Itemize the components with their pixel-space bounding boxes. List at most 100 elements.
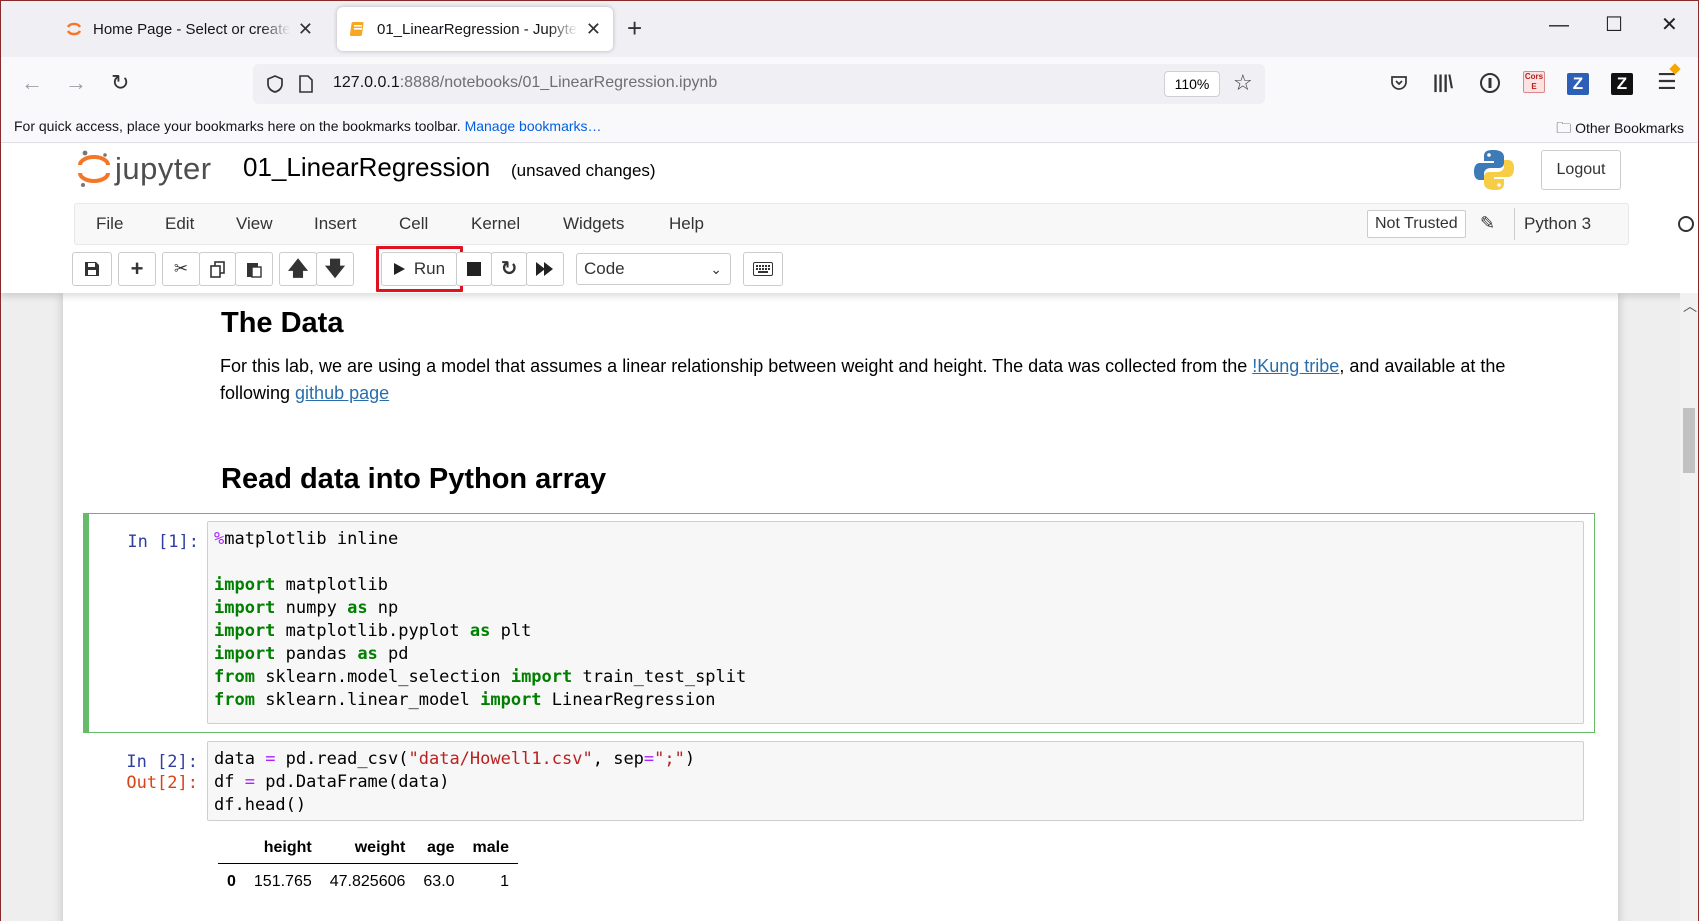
zoom-level[interactable]: 110% <box>1164 71 1220 97</box>
python-logo-icon <box>1474 150 1514 190</box>
forward-arrow-icon[interactable]: → <box>65 71 87 95</box>
tab-linear-regression[interactable]: 01_LinearRegression - Jupyter Notebook ✕ <box>337 7 613 51</box>
menu-view[interactable]: View <box>236 214 273 234</box>
code-cell-selected[interactable]: In [1]: %matplotlib inline import matplo… <box>83 513 1595 733</box>
close-window-icon[interactable]: ✕ <box>1661 15 1678 35</box>
keyboard-icon <box>753 262 773 276</box>
close-tab-icon[interactable]: ✕ <box>298 19 313 40</box>
library-icon[interactable]: |||\ <box>1433 70 1453 94</box>
scissors-icon: ✂ <box>173 259 189 278</box>
minimize-icon[interactable]: — <box>1549 15 1569 35</box>
not-trusted-button[interactable]: Not Trusted <box>1367 210 1466 238</box>
command-palette-button[interactable] <box>743 252 783 286</box>
input-prompt: In [1]: <box>127 532 199 552</box>
zotero-blue-extension-icon[interactable]: Z <box>1567 71 1589 95</box>
stop-icon <box>467 262 481 276</box>
input-prompt: In [2]: <box>126 752 198 772</box>
plus-icon: + <box>130 256 144 281</box>
notebook-favicon-icon <box>349 22 364 36</box>
cell-type-select[interactable]: Code ⌄ <box>576 253 731 285</box>
interrupt-kernel-button[interactable] <box>456 252 492 286</box>
shield-icon[interactable] <box>265 74 285 94</box>
edit-pencil-icon[interactable]: ✎ <box>1480 213 1495 234</box>
paste-button[interactable] <box>235 252 273 286</box>
jupyter-logo-icon <box>78 150 110 187</box>
kung-tribe-link[interactable]: !Kung tribe <box>1252 356 1339 376</box>
restart-run-all-button[interactable] <box>526 252 564 286</box>
copy-button[interactable] <box>199 252 236 286</box>
fast-forward-icon <box>536 262 553 276</box>
menu-kernel[interactable]: Kernel <box>471 214 520 234</box>
url-text[interactable]: 127.0.0.1:8888/notebooks/01_LinearRegres… <box>333 74 717 92</box>
bookmark-star-icon[interactable]: ☆ <box>1233 70 1253 96</box>
notebook-container: The Data For this lab, we are using a mo… <box>63 293 1618 921</box>
folder-icon: 🗀 <box>1556 120 1572 137</box>
run-button[interactable]: Run <box>381 252 457 286</box>
tab-title: 01_LinearRegression - Jupyter Notebook <box>377 20 578 38</box>
heading-the-data: The Data <box>221 307 344 339</box>
reload-icon[interactable]: ↻ <box>111 71 129 95</box>
github-page-link[interactable]: github page <box>295 383 389 403</box>
menu-cell[interactable]: Cell <box>399 214 428 234</box>
zotero-black-extension-icon[interactable]: Z <box>1611 71 1633 95</box>
code-editor[interactable]: data = pd.read_csv("data/Howell1.csv", s… <box>207 741 1584 821</box>
menu-help[interactable]: Help <box>669 214 704 234</box>
restart-kernel-button[interactable]: ↻ <box>491 252 527 286</box>
scrollbar-thumb[interactable] <box>1683 408 1695 473</box>
logout-button[interactable]: Logout <box>1541 150 1621 190</box>
scroll-up-icon[interactable]: ︿ <box>1683 296 1697 316</box>
menu-widgets[interactable]: Widgets <box>563 214 624 234</box>
cut-button[interactable]: ✂ <box>162 252 200 286</box>
code-text: %matplotlib inline import matplotlib imp… <box>214 529 747 710</box>
restart-icon: ↻ <box>500 258 518 280</box>
kernel-idle-indicator-icon <box>1678 216 1694 232</box>
arrow-up-icon: 🡅 <box>287 258 309 280</box>
insert-cell-button[interactable]: + <box>118 252 156 286</box>
save-button[interactable] <box>72 252 112 286</box>
heading-read-data: Read data into Python array <box>221 463 607 495</box>
kernel-name[interactable]: Python 3 <box>1524 214 1591 234</box>
pocket-icon[interactable] <box>1389 73 1409 93</box>
maximize-icon[interactable]: ☐ <box>1605 15 1623 35</box>
other-bookmarks-button[interactable]: 🗀 Other Bookmarks <box>1556 118 1684 143</box>
new-tab-plus-icon[interactable]: + <box>627 15 642 41</box>
jupyter-favicon-icon <box>66 22 82 36</box>
back-arrow-icon[interactable]: ← <box>21 71 43 95</box>
jupyter-header: jupyter 01_LinearRegression (unsaved cha… <box>1 144 1698 293</box>
tab-home-page[interactable]: Home Page - Select or create a notebook … <box>53 7 325 51</box>
password-manager-icon[interactable] <box>1479 72 1501 94</box>
move-up-button[interactable]: 🡅 <box>279 252 317 286</box>
notebook-name[interactable]: 01_LinearRegression <box>243 152 490 183</box>
bookmarks-bar: For quick access, place your bookmarks h… <box>1 111 1698 143</box>
close-tab-icon[interactable]: ✕ <box>586 19 601 40</box>
jupyter-logo[interactable]: jupyter <box>77 149 212 189</box>
url-bar[interactable]: 127.0.0.1:8888/notebooks/01_LinearRegres… <box>253 64 1265 104</box>
paste-icon <box>247 263 262 278</box>
save-status: (unsaved changes) <box>511 161 656 180</box>
menu-file[interactable]: File <box>96 214 123 234</box>
page-info-icon[interactable] <box>297 74 315 94</box>
arrow-down-icon: 🡇 <box>324 258 346 280</box>
page-scrollbar[interactable]: ︿ <box>1680 293 1698 921</box>
menu-insert[interactable]: Insert <box>314 214 357 234</box>
floppy-disk-icon <box>85 262 99 276</box>
code-editor[interactable]: %matplotlib inline import matplotlib imp… <box>207 521 1584 724</box>
code-text: data = pd.read_csv("data/Howell1.csv", s… <box>214 749 696 815</box>
browser-nav-bar: ← → ↻ 127.0.0.1:8888/notebooks/01_Linear… <box>1 57 1698 111</box>
copy-icon <box>209 261 225 278</box>
code-cell[interactable]: In [2]: data = pd.read_csv("data/Howell1… <box>83 741 1595 831</box>
chevron-down-icon: ⌄ <box>710 261 722 277</box>
table-header-row: height weight age male <box>218 833 518 864</box>
bookmarks-message: For quick access, place your bookmarks h… <box>14 118 602 134</box>
notebook-site: The Data For this lab, we are using a mo… <box>1 293 1698 921</box>
menu-edit[interactable]: Edit <box>165 214 194 234</box>
move-down-button[interactable]: 🡇 <box>316 252 354 286</box>
browser-tab-bar: Home Page - Select or create a notebook … <box>1 1 1698 57</box>
markdown-paragraph: For this lab, we are using a model that … <box>220 356 1506 403</box>
play-icon <box>393 263 405 275</box>
manage-bookmarks-link[interactable]: Manage bookmarks… <box>465 118 602 134</box>
cors-extension-icon[interactable]: Cors E <box>1523 71 1545 95</box>
dataframe-table: height weight age male 0 151.765 47.8256… <box>218 833 518 900</box>
jupyter-menu-bar: File Edit View Insert Cell Kernel Widget… <box>74 203 1694 245</box>
table-row: 0 151.765 47.825606 63.0 1 <box>227 873 509 890</box>
